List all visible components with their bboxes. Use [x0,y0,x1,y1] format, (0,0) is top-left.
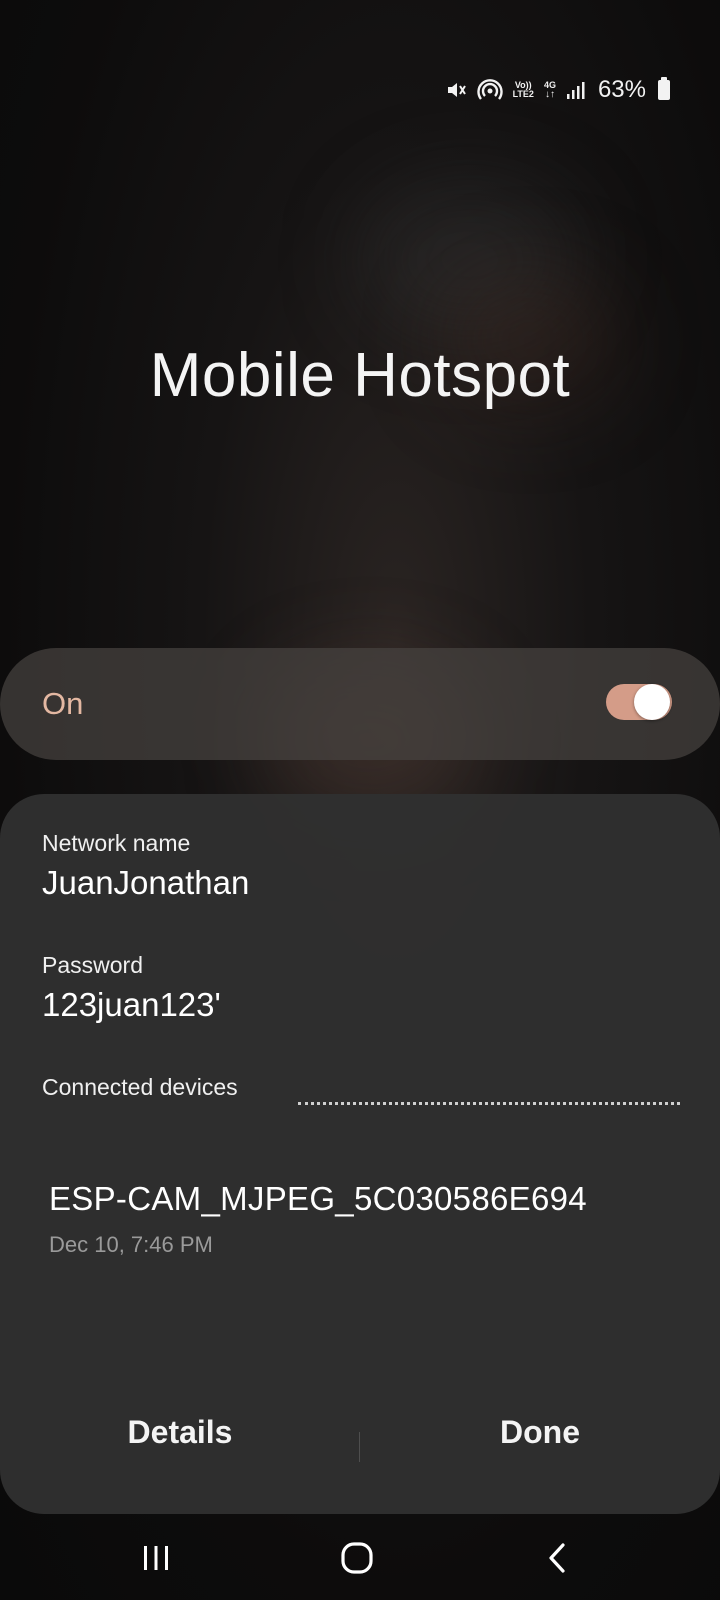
toggle-label: On [42,686,84,721]
hotspot-toggle-bar[interactable]: On [0,648,720,760]
details-button[interactable]: Details [30,1414,330,1451]
signal-icon [566,80,586,100]
device-time: Dec 10, 7:46 PM [49,1232,213,1257]
device-name: ESP-CAM_MJPEG_5C030586E694 [49,1180,587,1217]
password-label: Password [42,952,143,978]
button-divider [359,1432,360,1462]
back-icon[interactable] [518,1528,598,1588]
switch-knob [634,684,670,720]
network-name-value[interactable]: JuanJonathan [42,864,249,902]
done-button[interactable]: Done [390,1414,690,1451]
hotspot-details-card: Network name JuanJonathan Password 123ju… [0,794,720,1514]
status-bar: Vo)) LTE2 4G ↓↑ 63% [445,72,670,108]
background-blur [360,180,580,340]
navigation-bar [0,1516,720,1600]
section-divider [298,1102,680,1105]
battery-icon [658,77,670,100]
password-value[interactable]: 123juan123' [42,986,221,1024]
volte-icon: Vo)) LTE2 [513,81,534,99]
page-title: Mobile Hotspot [149,341,571,410]
connected-devices-label: Connected devices [42,1074,238,1100]
network-name-label: Network name [42,830,191,856]
hotspot-icon [476,78,503,102]
volte-label-bottom: LTE2 [512,89,534,99]
home-icon[interactable] [317,1528,397,1588]
data-arrows-icon: 4G ↓↑ [543,80,556,100]
battery-percent: 63% [597,76,646,103]
mute-icon [445,79,467,101]
hotspot-switch[interactable] [606,684,672,720]
recent-apps-icon[interactable] [116,1528,196,1588]
